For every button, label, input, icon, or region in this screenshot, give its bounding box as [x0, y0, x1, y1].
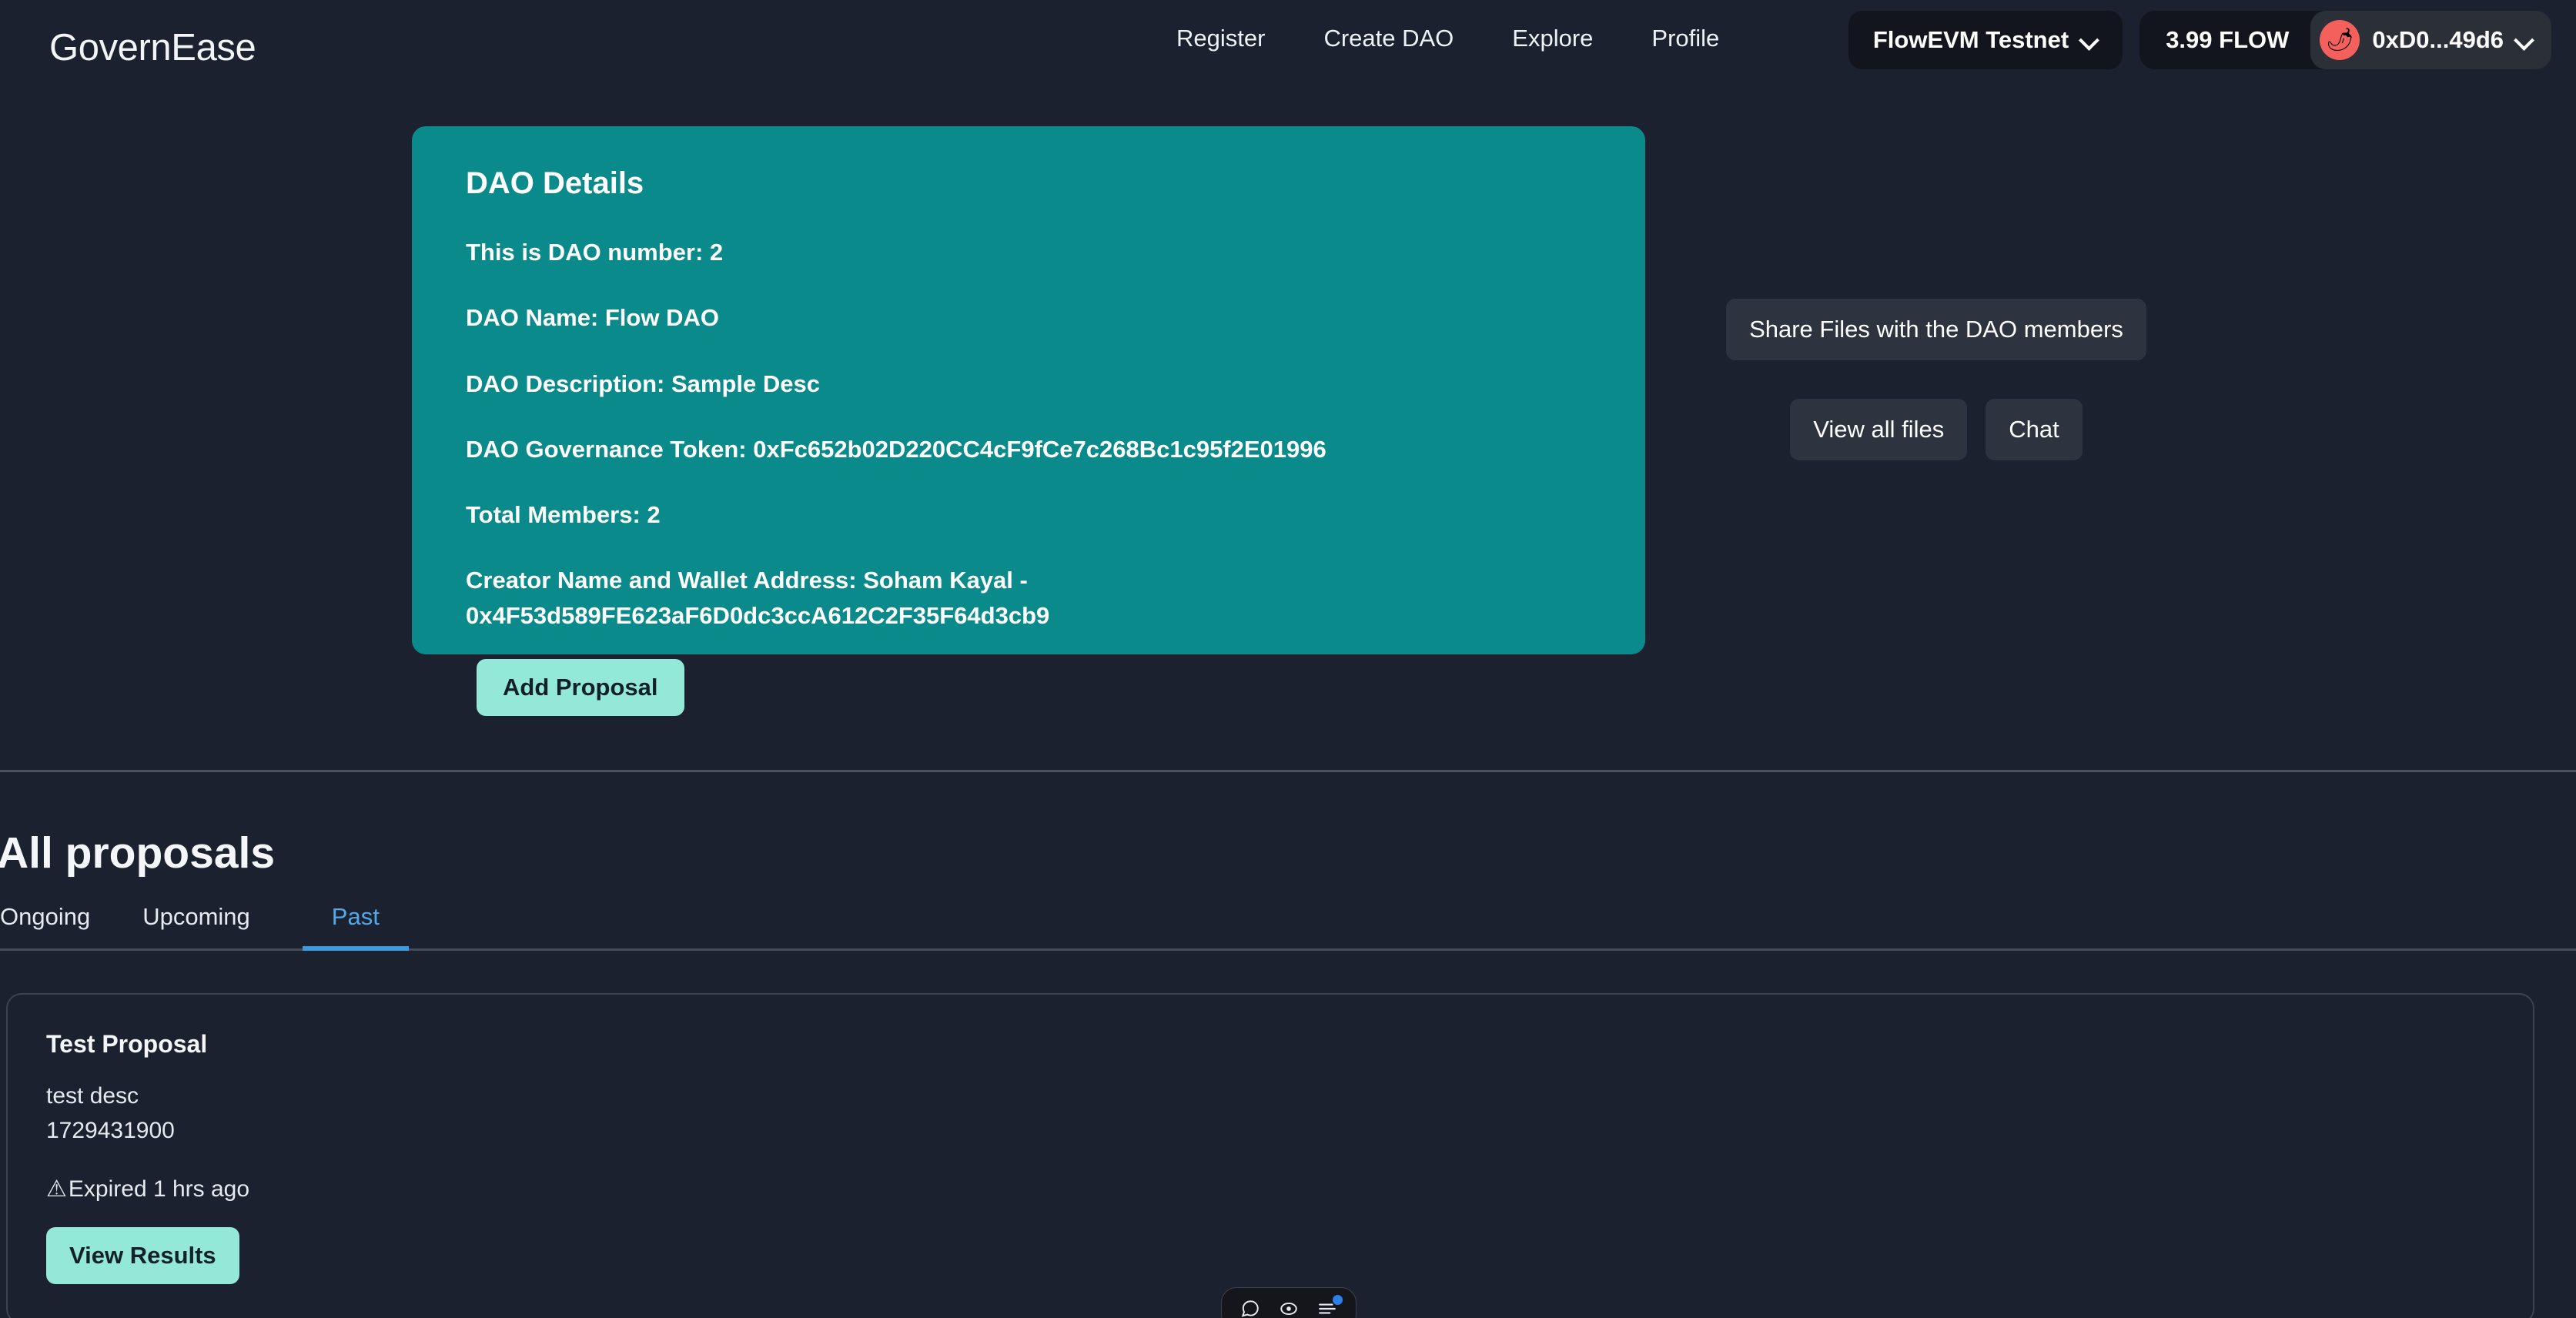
proposal-status-text: Expired 1 hrs ago: [68, 1176, 250, 1202]
wallet-area: FlowEVM Testnet 3.99 FLOW 🌶 0xD0...49d6: [1848, 11, 2551, 69]
add-proposal-button[interactable]: Add Proposal: [477, 658, 684, 716]
section-divider: [0, 770, 2576, 772]
wallet-group: 3.99 FLOW 🌶 0xD0...49d6: [2139, 11, 2551, 69]
chevron-down-icon: [2081, 32, 2098, 49]
proposal-status: ⚠ Expired 1 hrs ago: [46, 1176, 2533, 1203]
wallet-balance: 3.99 FLOW: [2166, 26, 2290, 53]
tab-upcoming[interactable]: Upcoming: [142, 903, 278, 951]
dao-governance-token-line: DAO Governance Token: 0xFc652b02D220CC4c…: [466, 435, 1326, 463]
navbar: GovernEase Register Create DAO Explore P…: [0, 0, 2576, 91]
dao-description-line: DAO Description: Sample Desc: [466, 370, 820, 397]
nav-link-profile[interactable]: Profile: [1622, 25, 1748, 52]
account-button[interactable]: 🌶 0xD0...49d6: [2310, 11, 2551, 69]
dao-creator-line: Creator Name and Wallet Address: Soham K…: [466, 563, 1613, 633]
proposals-section: All proposals Ongoing Upcoming Past: [0, 828, 2576, 951]
dao-actions-panel: Share Files with the DAO members View al…: [1705, 299, 2167, 460]
dao-creator-address: 0x4F53d589FE623aF6D0dc3ccA612C2F35F64d3c…: [466, 601, 1050, 629]
notification-badge-dot: [1333, 1295, 1343, 1305]
view-results-button[interactable]: View Results: [46, 1227, 239, 1284]
proposal-title: Test Proposal: [46, 1030, 208, 1058]
app-brand-logo[interactable]: GovernEase: [49, 26, 256, 69]
nav-link-explore[interactable]: Explore: [1483, 25, 1622, 52]
dao-details-title: DAO Details: [466, 166, 644, 200]
network-label: FlowEVM Testnet: [1872, 26, 2069, 53]
view-all-files-button[interactable]: View all files: [1790, 399, 1968, 460]
nav-link-register[interactable]: Register: [1147, 25, 1294, 52]
dao-creator-name: Creator Name and Wallet Address: Soham K…: [466, 567, 1028, 594]
share-files-button[interactable]: Share Files with the DAO members: [1726, 299, 2146, 360]
dao-number-line: This is DAO number: 2: [466, 239, 724, 266]
secondary-actions-row: View all files Chat: [1790, 399, 2083, 460]
dao-name-line: DAO Name: Flow DAO: [466, 304, 719, 332]
chili-pepper-avatar-icon: 🌶: [2320, 20, 2360, 60]
wallet-address: 0xD0...49d6: [2372, 26, 2504, 53]
proposal-description: test desc: [46, 1083, 139, 1109]
proposal-timestamp: 1729431900: [46, 1118, 175, 1143]
page-title: All proposals: [0, 828, 276, 878]
list-menu-icon[interactable]: [1314, 1295, 1343, 1318]
tab-ongoing[interactable]: Ongoing: [0, 903, 118, 951]
nav-link-create-dao[interactable]: Create DAO: [1294, 25, 1483, 52]
proposal-tabs: Ongoing Upcoming Past: [0, 903, 2576, 951]
tab-past[interactable]: Past: [302, 903, 409, 951]
dao-total-members-line: Total Members: 2: [466, 501, 661, 528]
chat-button[interactable]: Chat: [1986, 399, 2083, 460]
chat-bubble-icon[interactable]: [1237, 1296, 1263, 1318]
warning-triangle-icon: ⚠: [46, 1176, 67, 1202]
floating-toolbar: [1221, 1287, 1357, 1318]
primary-nav: Register Create DAO Explore Profile: [1147, 25, 1748, 52]
dao-details-card: DAO Details This is DAO number: 2 DAO Na…: [412, 126, 1645, 716]
chevron-down-icon: [2516, 32, 2533, 49]
eye-icon[interactable]: [1276, 1296, 1302, 1318]
network-selector[interactable]: FlowEVM Testnet: [1848, 11, 2123, 69]
proposal-card[interactable]: Test Proposal test desc 1729431900 ⚠ Exp…: [6, 993, 2534, 1318]
